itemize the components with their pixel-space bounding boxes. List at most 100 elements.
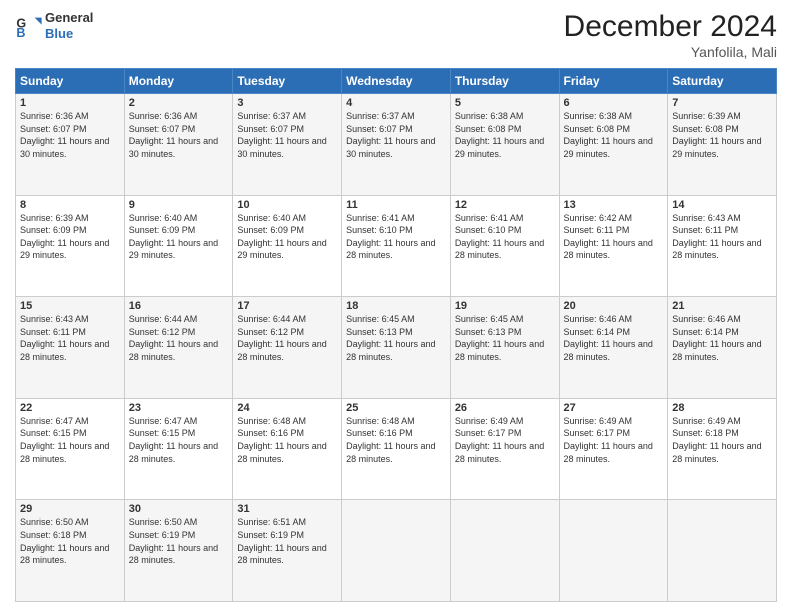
calendar-cell: 16 Sunrise: 6:44 AMSunset: 6:12 PMDaylig… [124, 297, 233, 399]
col-wednesday: Wednesday [342, 69, 451, 94]
cell-info: Sunrise: 6:44 AMSunset: 6:12 PMDaylight:… [129, 314, 218, 362]
logo-text: General Blue [45, 10, 93, 41]
cell-info: Sunrise: 6:36 AMSunset: 6:07 PMDaylight:… [20, 111, 109, 159]
calendar-cell: 24 Sunrise: 6:48 AMSunset: 6:16 PMDaylig… [233, 398, 342, 500]
calendar-week-row: 8 Sunrise: 6:39 AMSunset: 6:09 PMDayligh… [16, 195, 777, 297]
cell-info: Sunrise: 6:49 AMSunset: 6:17 PMDaylight:… [564, 416, 653, 464]
day-number: 27 [564, 402, 664, 414]
day-number: 30 [129, 503, 229, 515]
calendar-cell: 19 Sunrise: 6:45 AMSunset: 6:13 PMDaylig… [450, 297, 559, 399]
day-number: 29 [20, 503, 120, 515]
day-number: 26 [455, 402, 555, 414]
cell-info: Sunrise: 6:38 AMSunset: 6:08 PMDaylight:… [455, 111, 544, 159]
cell-info: Sunrise: 6:37 AMSunset: 6:07 PMDaylight:… [237, 111, 326, 159]
calendar-cell: 9 Sunrise: 6:40 AMSunset: 6:09 PMDayligh… [124, 195, 233, 297]
cell-info: Sunrise: 6:48 AMSunset: 6:16 PMDaylight:… [346, 416, 435, 464]
cell-info: Sunrise: 6:47 AMSunset: 6:15 PMDaylight:… [20, 416, 109, 464]
calendar-week-row: 22 Sunrise: 6:47 AMSunset: 6:15 PMDaylig… [16, 398, 777, 500]
day-number: 1 [20, 97, 120, 109]
logo-blue: Blue [45, 26, 73, 41]
col-saturday: Saturday [668, 69, 777, 94]
calendar-cell [450, 500, 559, 602]
calendar-cell: 31 Sunrise: 6:51 AMSunset: 6:19 PMDaylig… [233, 500, 342, 602]
calendar-cell: 17 Sunrise: 6:44 AMSunset: 6:12 PMDaylig… [233, 297, 342, 399]
cell-info: Sunrise: 6:43 AMSunset: 6:11 PMDaylight:… [672, 213, 761, 261]
cell-info: Sunrise: 6:43 AMSunset: 6:11 PMDaylight:… [20, 314, 109, 362]
calendar-cell: 14 Sunrise: 6:43 AMSunset: 6:11 PMDaylig… [668, 195, 777, 297]
logo-icon: G B [15, 12, 43, 40]
calendar-cell: 5 Sunrise: 6:38 AMSunset: 6:08 PMDayligh… [450, 94, 559, 196]
day-number: 20 [564, 300, 664, 312]
calendar-cell: 20 Sunrise: 6:46 AMSunset: 6:14 PMDaylig… [559, 297, 668, 399]
calendar-week-row: 29 Sunrise: 6:50 AMSunset: 6:18 PMDaylig… [16, 500, 777, 602]
day-number: 15 [20, 300, 120, 312]
svg-text:B: B [16, 26, 25, 40]
calendar-week-row: 1 Sunrise: 6:36 AMSunset: 6:07 PMDayligh… [16, 94, 777, 196]
cell-info: Sunrise: 6:40 AMSunset: 6:09 PMDaylight:… [237, 213, 326, 261]
calendar-cell: 25 Sunrise: 6:48 AMSunset: 6:16 PMDaylig… [342, 398, 451, 500]
calendar-cell: 23 Sunrise: 6:47 AMSunset: 6:15 PMDaylig… [124, 398, 233, 500]
calendar-header-row: Sunday Monday Tuesday Wednesday Thursday… [16, 69, 777, 94]
col-monday: Monday [124, 69, 233, 94]
calendar-cell: 30 Sunrise: 6:50 AMSunset: 6:19 PMDaylig… [124, 500, 233, 602]
header: G B General Blue December 2024 Yanfolila… [15, 10, 777, 60]
col-thursday: Thursday [450, 69, 559, 94]
day-number: 3 [237, 97, 337, 109]
day-number: 14 [672, 199, 772, 211]
cell-info: Sunrise: 6:45 AMSunset: 6:13 PMDaylight:… [455, 314, 544, 362]
day-number: 28 [672, 402, 772, 414]
cell-info: Sunrise: 6:47 AMSunset: 6:15 PMDaylight:… [129, 416, 218, 464]
calendar-cell: 10 Sunrise: 6:40 AMSunset: 6:09 PMDaylig… [233, 195, 342, 297]
cell-info: Sunrise: 6:46 AMSunset: 6:14 PMDaylight:… [564, 314, 653, 362]
calendar-cell: 11 Sunrise: 6:41 AMSunset: 6:10 PMDaylig… [342, 195, 451, 297]
cell-info: Sunrise: 6:37 AMSunset: 6:07 PMDaylight:… [346, 111, 435, 159]
calendar-cell: 28 Sunrise: 6:49 AMSunset: 6:18 PMDaylig… [668, 398, 777, 500]
calendar-cell: 13 Sunrise: 6:42 AMSunset: 6:11 PMDaylig… [559, 195, 668, 297]
day-number: 4 [346, 97, 446, 109]
col-sunday: Sunday [16, 69, 125, 94]
day-number: 7 [672, 97, 772, 109]
calendar-cell: 6 Sunrise: 6:38 AMSunset: 6:08 PMDayligh… [559, 94, 668, 196]
calendar-cell: 4 Sunrise: 6:37 AMSunset: 6:07 PMDayligh… [342, 94, 451, 196]
cell-info: Sunrise: 6:48 AMSunset: 6:16 PMDaylight:… [237, 416, 326, 464]
cell-info: Sunrise: 6:41 AMSunset: 6:10 PMDaylight:… [346, 213, 435, 261]
calendar-cell: 26 Sunrise: 6:49 AMSunset: 6:17 PMDaylig… [450, 398, 559, 500]
day-number: 12 [455, 199, 555, 211]
day-number: 13 [564, 199, 664, 211]
day-number: 23 [129, 402, 229, 414]
day-number: 25 [346, 402, 446, 414]
cell-info: Sunrise: 6:41 AMSunset: 6:10 PMDaylight:… [455, 213, 544, 261]
cell-info: Sunrise: 6:49 AMSunset: 6:17 PMDaylight:… [455, 416, 544, 464]
logo: G B General Blue [15, 10, 93, 41]
calendar-cell [559, 500, 668, 602]
calendar-cell: 15 Sunrise: 6:43 AMSunset: 6:11 PMDaylig… [16, 297, 125, 399]
day-number: 2 [129, 97, 229, 109]
cell-info: Sunrise: 6:45 AMSunset: 6:13 PMDaylight:… [346, 314, 435, 362]
calendar-cell: 3 Sunrise: 6:37 AMSunset: 6:07 PMDayligh… [233, 94, 342, 196]
calendar-cell: 22 Sunrise: 6:47 AMSunset: 6:15 PMDaylig… [16, 398, 125, 500]
cell-info: Sunrise: 6:50 AMSunset: 6:18 PMDaylight:… [20, 517, 109, 565]
calendar-cell [668, 500, 777, 602]
calendar-cell: 1 Sunrise: 6:36 AMSunset: 6:07 PMDayligh… [16, 94, 125, 196]
day-number: 24 [237, 402, 337, 414]
day-number: 16 [129, 300, 229, 312]
day-number: 10 [237, 199, 337, 211]
day-number: 31 [237, 503, 337, 515]
day-number: 9 [129, 199, 229, 211]
cell-info: Sunrise: 6:42 AMSunset: 6:11 PMDaylight:… [564, 213, 653, 261]
cell-info: Sunrise: 6:40 AMSunset: 6:09 PMDaylight:… [129, 213, 218, 261]
calendar-week-row: 15 Sunrise: 6:43 AMSunset: 6:11 PMDaylig… [16, 297, 777, 399]
page: G B General Blue December 2024 Yanfolila… [0, 0, 792, 612]
calendar-cell: 27 Sunrise: 6:49 AMSunset: 6:17 PMDaylig… [559, 398, 668, 500]
calendar-cell: 12 Sunrise: 6:41 AMSunset: 6:10 PMDaylig… [450, 195, 559, 297]
calendar-cell: 2 Sunrise: 6:36 AMSunset: 6:07 PMDayligh… [124, 94, 233, 196]
day-number: 18 [346, 300, 446, 312]
cell-info: Sunrise: 6:46 AMSunset: 6:14 PMDaylight:… [672, 314, 761, 362]
cell-info: Sunrise: 6:39 AMSunset: 6:09 PMDaylight:… [20, 213, 109, 261]
day-number: 17 [237, 300, 337, 312]
cell-info: Sunrise: 6:49 AMSunset: 6:18 PMDaylight:… [672, 416, 761, 464]
logo-general: General [45, 10, 93, 25]
day-number: 19 [455, 300, 555, 312]
day-number: 6 [564, 97, 664, 109]
day-number: 8 [20, 199, 120, 211]
